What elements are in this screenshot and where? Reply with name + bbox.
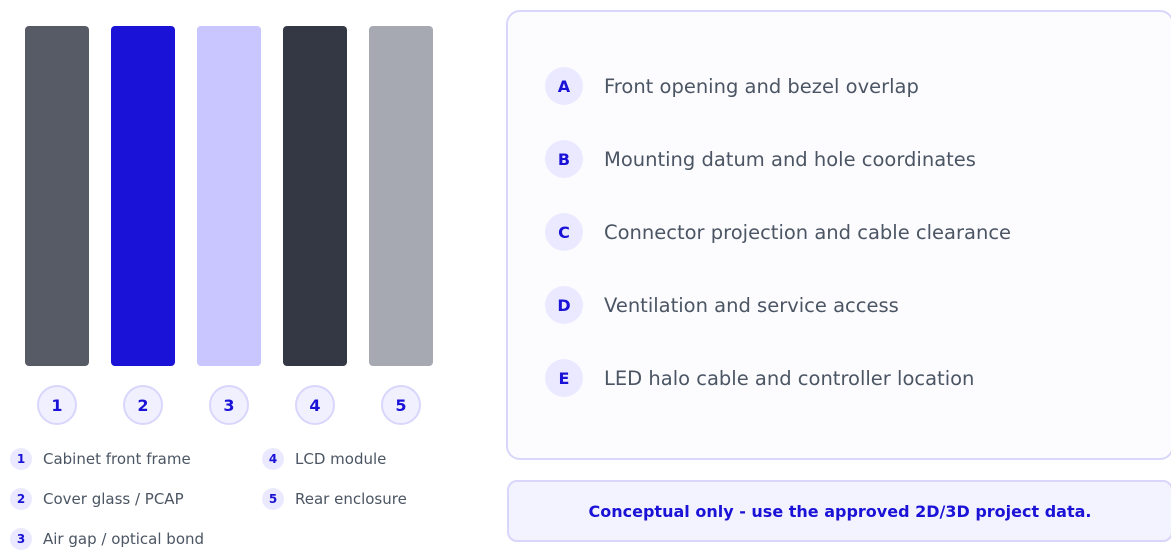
legend-badge: 5 [262,488,284,510]
legend-label: Air gap / optical bond [43,530,205,548]
legend-item-3: 3 Air gap / optical bond [10,526,204,551]
checklist-text: LED halo cable and controller location [604,366,975,390]
checklist-text: Ventilation and service access [604,293,899,317]
checklist-badge: B [545,140,583,178]
legend-badge: 4 [262,448,284,470]
layer-number-2: 2 [123,385,163,425]
checklist-text: Connector projection and cable clearance [604,220,1012,244]
legend-badge: 1 [10,448,32,470]
checklist-item-a: A Front opening and bezel overlap [545,66,919,106]
layer-bar-2 [111,26,175,366]
checklist-text: Front opening and bezel overlap [604,74,919,98]
checklist-badge: C [545,213,583,251]
legend-badge: 2 [10,488,32,510]
layer-bar-5 [369,26,433,366]
layer-stack-diagram: 1 2 3 4 5 1 Cabinet front frame 2 Cover … [0,0,1171,551]
checklist-badge: D [545,286,583,324]
legend-label: Cabinet front frame [43,450,191,468]
checklist-text: Mounting datum and hole coordinates [604,147,976,171]
disclaimer-note: Conceptual only - use the approved 2D/3D… [507,480,1171,542]
legend-label: LCD module [295,450,387,468]
checklist-badge: E [545,359,583,397]
checklist-item-d: D Ventilation and service access [545,285,899,325]
layer-number-4: 4 [295,385,335,425]
legend-item-5: 5 Rear enclosure [262,486,407,512]
checklist-item-b: B Mounting datum and hole coordinates [545,139,976,179]
checklist-item-e: E LED halo cable and controller location [545,358,974,398]
layer-bar-1 [25,26,89,366]
legend-item-4: 4 LCD module [262,446,386,472]
checklist-badge: A [545,67,583,105]
legend-item-2: 2 Cover glass / PCAP [10,486,184,512]
layer-number-1: 1 [37,385,77,425]
checklist-item-c: C Connector projection and cable clearan… [545,212,1011,252]
legend-item-1: 1 Cabinet front frame [10,446,191,472]
legend-label: Cover glass / PCAP [43,490,184,508]
legend-label: Rear enclosure [295,490,407,508]
layer-bar-4 [283,26,347,366]
layer-number-3: 3 [209,385,249,425]
legend-badge: 3 [10,528,32,550]
checklist-panel: A Front opening and bezel overlap B Moun… [506,10,1171,460]
layer-number-5: 5 [381,385,421,425]
layer-bar-3 [197,26,261,366]
